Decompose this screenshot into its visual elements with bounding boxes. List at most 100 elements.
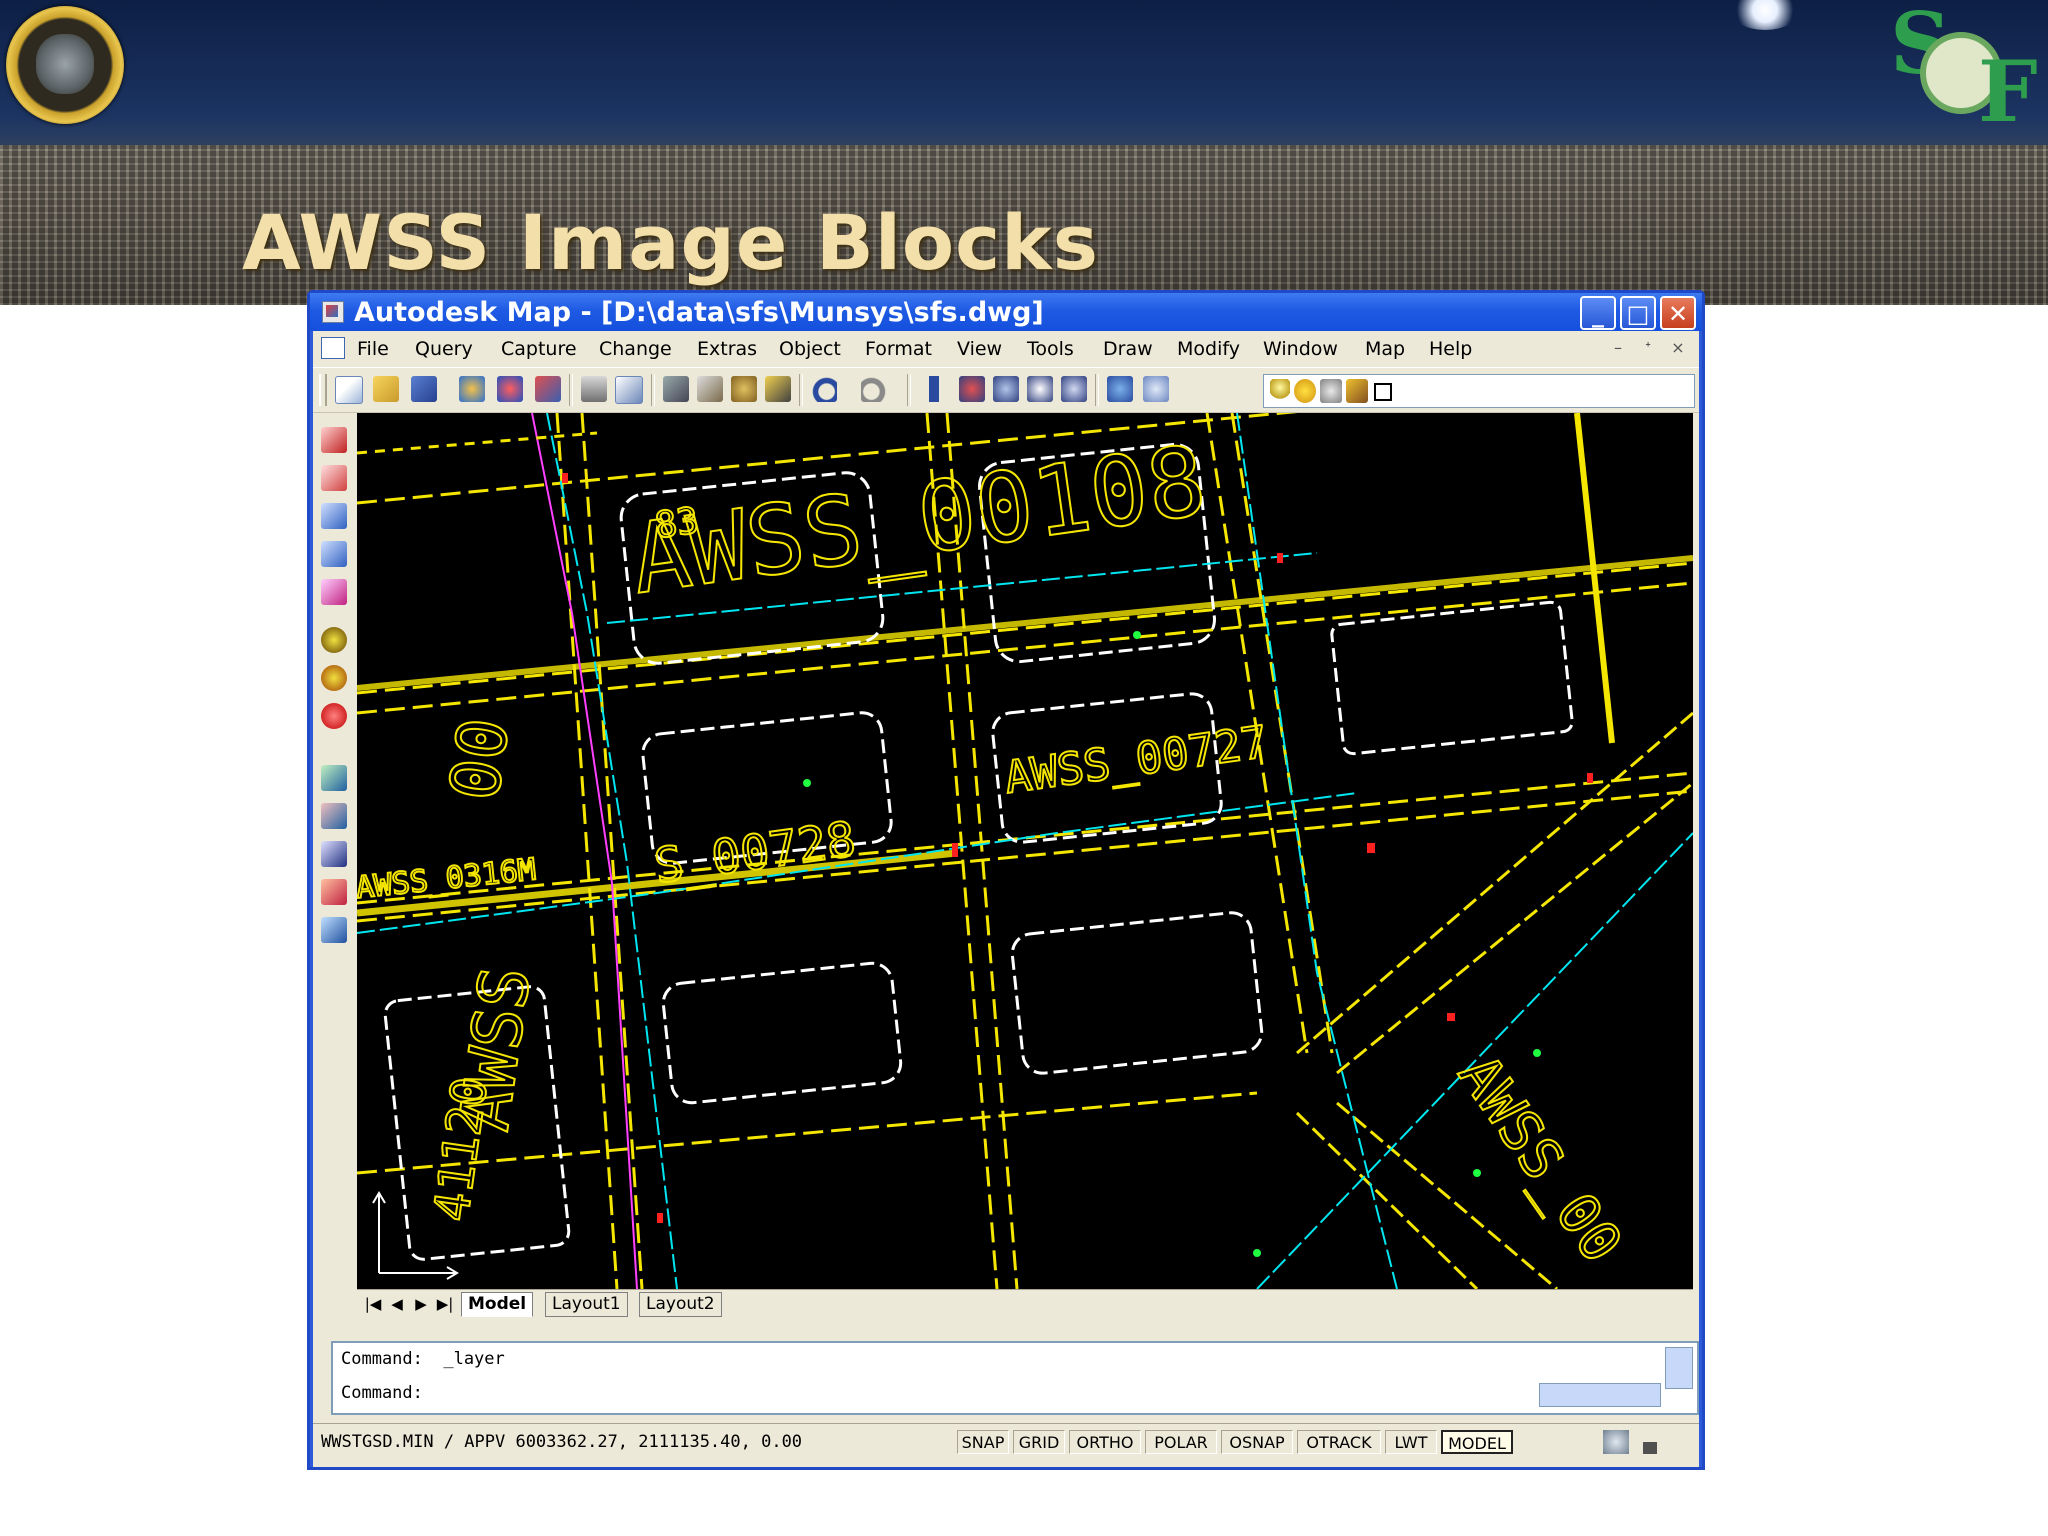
undo-icon[interactable] [811,376,837,402]
tab-nav-last[interactable]: ▶| [435,1294,455,1314]
valve-marker [1447,1013,1455,1021]
street-diagonal [1295,1111,1479,1289]
select-icon[interactable] [321,427,347,453]
status-menu-arrow-icon[interactable] [1643,1430,1657,1454]
attach-icon[interactable] [321,541,347,567]
properties-icon[interactable] [1107,376,1133,402]
label-num-00: 00 [436,713,526,805]
autodesk-map-icon[interactable] [322,301,344,323]
layer-lock-icon[interactable] [1320,379,1342,403]
zoom-window-icon[interactable] [993,376,1019,402]
menu-format[interactable]: Format [865,338,932,360]
menu-tools[interactable]: Tools [1027,338,1074,360]
mdi-minimize-button[interactable]: – [1605,337,1631,359]
publish-icon[interactable] [459,376,485,402]
zoom-realtime-icon[interactable] [959,376,985,402]
mdi-close-button[interactable]: × [1665,337,1691,359]
valve-marker [952,843,958,857]
query-icon[interactable] [321,503,347,529]
toolbar-grip[interactable] [319,374,327,406]
cad-street-map: AWSS_00108 AWSS_00727 S_00728 AWSS_0316M… [357,413,1693,1289]
paste-icon[interactable] [697,376,723,402]
tab-model[interactable]: Model [461,1292,534,1317]
parcel-block [1010,911,1264,1075]
trace-icon[interactable] [321,841,347,867]
cut-icon[interactable] [663,376,689,402]
tab-nav-next[interactable]: ▶ [411,1294,431,1314]
menu-draw[interactable]: Draw [1103,338,1153,360]
window-titlebar[interactable]: Autodesk Map - [D:\data\sfs\Munsys\sfs.d… [310,293,1702,331]
valve-marker [1367,843,1375,853]
menu-extras[interactable]: Extras [697,338,757,360]
mdi-restore-button[interactable]: ᐩ [1635,337,1661,359]
navigate-icon[interactable] [321,665,347,691]
new-icon[interactable] [335,376,363,404]
label-awss-right: AWSS_00 [1446,1044,1635,1275]
tab-layout2[interactable]: Layout2 [639,1292,722,1317]
pan-icon[interactable] [921,376,947,402]
toolbar-separator [907,374,911,406]
command-prompt[interactable]: Command: [341,1383,423,1403]
command-window[interactable]: Command: _layer Command: [331,1341,1699,1415]
match-icon[interactable] [731,376,757,402]
layer-sun-icon[interactable] [1294,379,1316,403]
menu-map[interactable]: Map [1365,338,1405,360]
info-icon[interactable] [321,703,347,729]
layer-bulb-icon[interactable] [1270,379,1290,403]
brush-icon[interactable] [765,376,791,402]
layer-color-icon[interactable] [1374,383,1392,401]
toggle-snap[interactable]: SNAP [957,1430,1009,1454]
toggle-lwt[interactable]: LWT [1385,1430,1437,1454]
toggle-grid[interactable]: GRID [1013,1430,1065,1454]
window-client-area: File Query Capture Change Extras Object … [313,331,1699,1467]
drawing-canvas[interactable]: AWSS_00108 AWSS_00727 S_00728 AWSS_0316M… [357,413,1693,1289]
locate-icon[interactable] [321,627,347,653]
redo-icon[interactable] [861,376,887,402]
command-horizontal-scrollbar[interactable] [1539,1383,1661,1407]
minimize-button[interactable]: _ [1580,296,1616,330]
command-vertical-scrollbar[interactable] [1665,1347,1693,1389]
layer-control-combo[interactable] [1263,374,1695,408]
menu-help[interactable]: Help [1429,338,1472,360]
toggle-osnap[interactable]: OSNAP [1221,1430,1293,1454]
copy-icon[interactable] [535,376,561,402]
tab-nav-first[interactable]: |◀ [363,1294,383,1314]
preview-icon[interactable] [615,376,643,404]
toggle-polar[interactable]: POLAR [1145,1430,1217,1454]
menu-modify[interactable]: Modify [1177,338,1240,360]
standard-toolbar [313,367,1699,413]
menu-query[interactable]: Query [415,338,473,360]
paint-icon[interactable] [321,879,347,905]
design-center-icon[interactable] [1143,376,1169,402]
toggle-ortho[interactable]: ORTHO [1069,1430,1141,1454]
layer-tool-icon[interactable] [321,765,347,791]
menu-file[interactable]: File [357,338,389,360]
menu-object[interactable]: Object [779,338,841,360]
maximize-button[interactable]: □ [1620,296,1656,330]
communication-center-icon[interactable] [1603,1430,1629,1454]
save-icon[interactable] [411,376,437,402]
tab-layout1[interactable]: Layout1 [545,1292,628,1317]
label-num-83: 83 [653,500,702,547]
plot-icon[interactable] [497,376,523,402]
window-select-icon[interactable] [321,465,347,491]
hydrant-marker [1133,631,1141,639]
zoom-extents-icon[interactable] [1061,376,1087,402]
edit-tool-icon[interactable] [321,803,347,829]
toggle-otrack[interactable]: OTRACK [1297,1430,1381,1454]
hydrant-marker [1253,1249,1261,1257]
tab-nav-prev[interactable]: ◀ [387,1294,407,1314]
menu-capture[interactable]: Capture [501,338,577,360]
layer-lock-icon-2[interactable] [1346,379,1368,403]
zoom-previous-icon[interactable] [1027,376,1053,402]
menu-change[interactable]: Change [599,338,672,360]
open-icon[interactable] [373,376,399,402]
close-button[interactable]: ✕ [1660,296,1696,330]
print-icon[interactable] [581,376,607,402]
menu-window[interactable]: Window [1263,338,1338,360]
toggle-model[interactable]: MODEL [1441,1430,1513,1454]
zoom-icon[interactable] [321,579,347,605]
export-icon[interactable] [321,917,347,943]
document-icon[interactable] [321,337,345,359]
menu-view[interactable]: View [957,338,1002,360]
